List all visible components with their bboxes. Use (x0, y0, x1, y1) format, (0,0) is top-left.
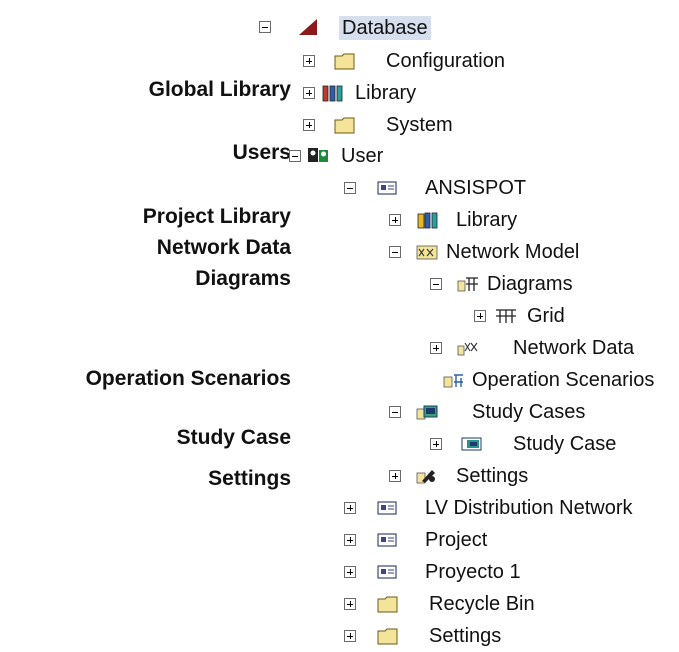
folder-icon (377, 627, 399, 645)
annotation-global-library: Global Library (148, 78, 291, 101)
library-books-icon (322, 84, 344, 102)
tree-item-grid[interactable]: Grid (527, 304, 565, 328)
study-cases-icon (416, 403, 438, 421)
annotation-operation-scenarios: Operation Scenarios (85, 367, 291, 390)
collapse-diagrams-toggle[interactable] (430, 278, 442, 290)
collapse-ansispot-toggle[interactable] (344, 182, 356, 194)
expand-grid-toggle[interactable] (474, 310, 486, 322)
expand-settings-toggle[interactable] (389, 470, 401, 482)
tree-item-project-library[interactable]: Library (456, 208, 517, 232)
tree-item-settings-root[interactable]: Settings (429, 624, 501, 648)
collapse-study-cases-toggle[interactable] (389, 406, 401, 418)
expand-system-toggle[interactable] (303, 119, 315, 131)
settings-icon (416, 467, 438, 485)
collapse-database-toggle[interactable] (259, 21, 271, 33)
tree-item-network-data[interactable]: Network Data (513, 336, 634, 360)
network-model-icon (416, 243, 438, 261)
diagrams-icon (457, 275, 479, 293)
project-icon (377, 531, 399, 549)
annotation-users: Users (232, 141, 291, 164)
tree-item-settings[interactable]: Settings (456, 464, 528, 488)
grid-icon (495, 307, 517, 325)
expand-study-case-toggle[interactable] (430, 438, 442, 450)
expand-library-toggle[interactable] (303, 87, 315, 99)
expand-network-data-toggle[interactable] (430, 342, 442, 354)
tree-item-diagrams[interactable]: Diagrams (487, 272, 573, 296)
tree-item-recycle-bin[interactable]: Recycle Bin (429, 592, 535, 616)
folder-icon (334, 52, 356, 70)
tree-item-lv-distribution-network[interactable]: LV Distribution Network (425, 496, 632, 520)
tree-item-proyecto-1[interactable]: Proyecto 1 (425, 560, 521, 584)
project-icon (377, 179, 399, 197)
project-icon (377, 563, 399, 581)
expand-project-library-toggle[interactable] (389, 214, 401, 226)
tree-item-configuration[interactable]: Configuration (386, 49, 505, 73)
tree-item-study-case[interactable]: Study Case (513, 432, 616, 456)
project-icon (377, 499, 399, 517)
expand-project-toggle[interactable] (344, 534, 356, 546)
tree-item-study-cases[interactable]: Study Cases (472, 400, 585, 424)
tree-item-ansispot[interactable]: ANSISPOT (425, 176, 526, 200)
annotation-diagrams: Diagrams (195, 267, 291, 290)
tree-item-network-model[interactable]: Network Model (446, 240, 579, 264)
expand-proyecto-1-toggle[interactable] (344, 566, 356, 578)
database-icon (297, 18, 319, 36)
user-icon (307, 146, 329, 164)
tree-item-system[interactable]: System (386, 113, 453, 137)
tree-item-operation-scenarios[interactable]: Operation Scenarios (472, 368, 654, 392)
collapse-network-model-toggle[interactable] (389, 246, 401, 258)
folder-icon (377, 595, 399, 613)
expand-lv-distribution-network-toggle[interactable] (344, 502, 356, 514)
network-data-icon (457, 339, 479, 357)
operation-scenarios-icon (443, 371, 465, 389)
annotation-project-library: Project Library (142, 205, 291, 228)
expand-settings-root-toggle[interactable] (344, 630, 356, 642)
annotation-study-case: Study Case (176, 426, 291, 449)
tree-item-user[interactable]: User (341, 144, 383, 168)
study-case-icon (461, 435, 483, 453)
tree-item-library[interactable]: Library (355, 81, 416, 105)
expand-recycle-bin-toggle[interactable] (344, 598, 356, 610)
annotation-network-data: Network Data (156, 236, 291, 259)
collapse-user-toggle[interactable] (289, 150, 301, 162)
tree-item-project[interactable]: Project (425, 528, 487, 552)
project-library-icon (417, 211, 439, 229)
expand-configuration-toggle[interactable] (303, 55, 315, 67)
annotation-settings: Settings (208, 467, 291, 490)
tree-item-database[interactable]: Database (339, 16, 431, 40)
folder-icon (334, 116, 356, 134)
